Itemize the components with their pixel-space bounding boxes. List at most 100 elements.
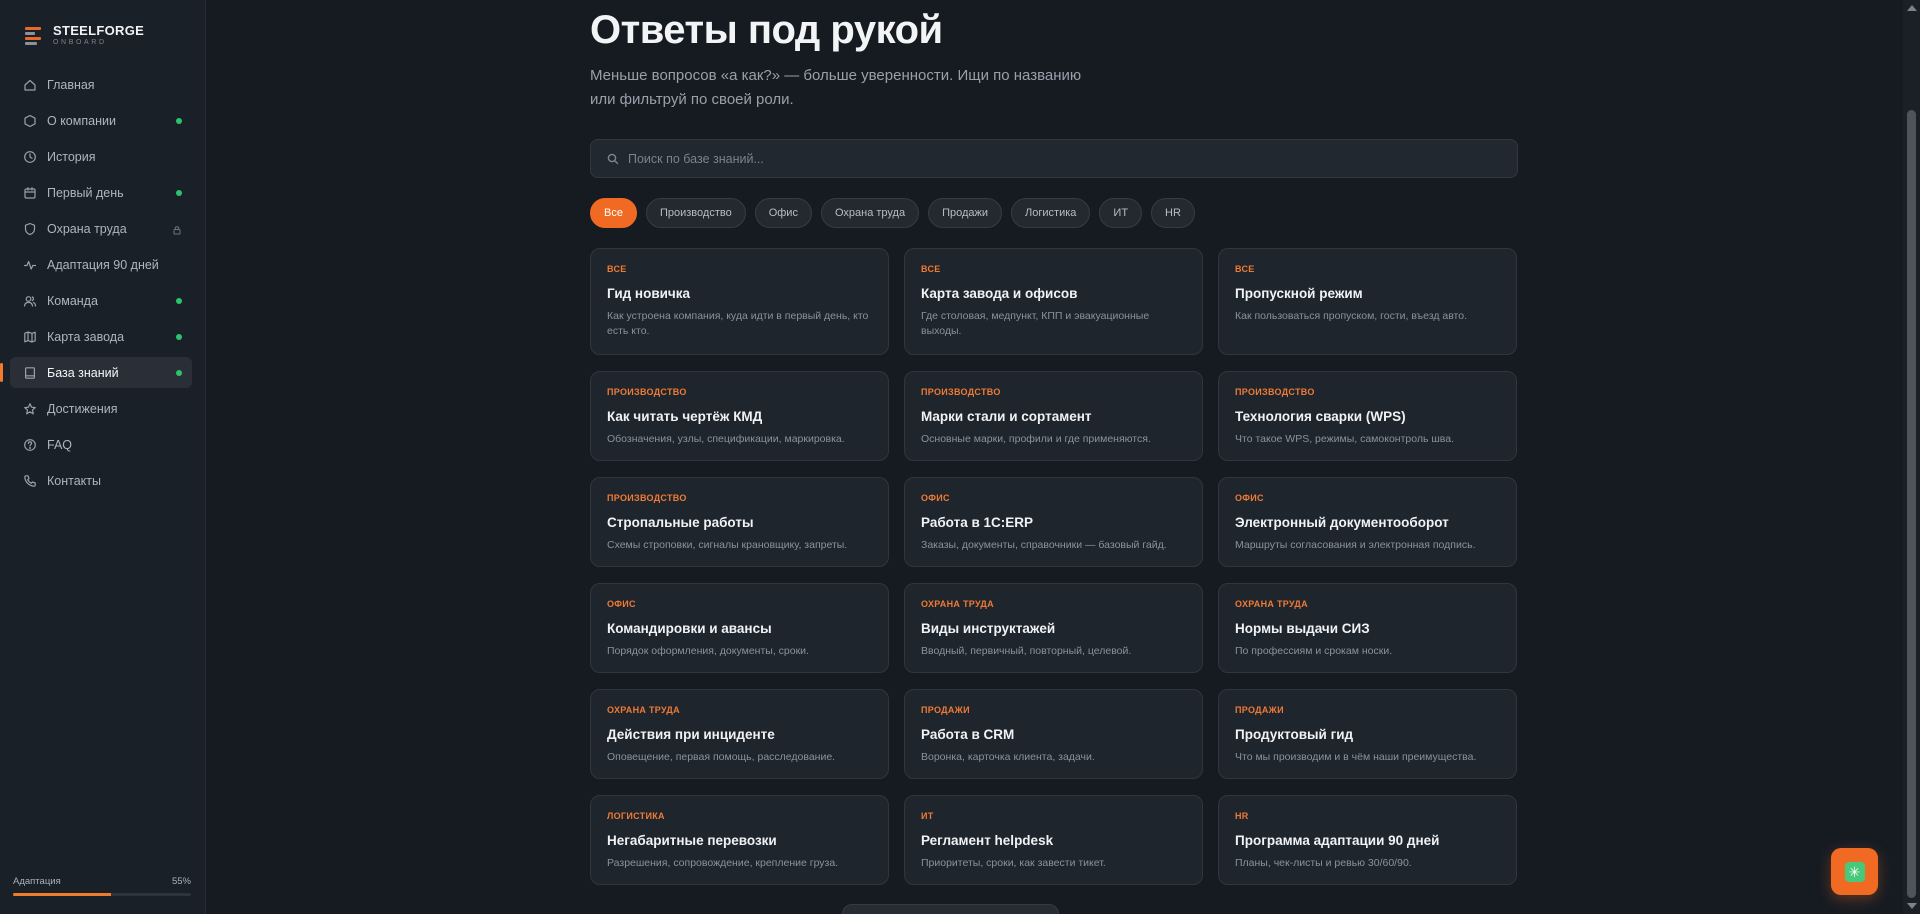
knowledge-grid: ВСЕ Гид новичка Как устроена компания, куд… xyxy=(590,248,1517,885)
knowledge-card[interactable]: ВСЕ Пропускной режим Как пользоваться проп… xyxy=(1218,248,1517,355)
sidebar-item-clock[interactable]: История xyxy=(10,141,192,172)
knowledge-card[interactable]: ПРОИЗВОДСТВО Стропальные работы Схемы стро… xyxy=(590,477,889,567)
card-title: Марки стали и сортамент xyxy=(921,409,1092,424)
star-icon xyxy=(22,401,37,416)
status-dot xyxy=(176,333,182,340)
scrollbar[interactable] xyxy=(1903,0,1920,914)
knowledge-card[interactable]: ИТ Регламент helpdesk Приоритеты, сроки, к… xyxy=(904,795,1203,885)
sidebar-item-label: Команда xyxy=(47,293,98,308)
filter-chip[interactable]: Производство xyxy=(645,198,746,228)
search-icon xyxy=(607,153,619,164)
knowledge-card[interactable]: ПРОДАЖИ Работа в CRM Воронка, карточка кли… xyxy=(904,689,1203,779)
card-category: ПРОИЗВОДСТВО xyxy=(607,387,687,397)
card-description: Планы, чек-листы и ревью 30/60/90. xyxy=(1235,857,1412,869)
sidebar-item-label: О компании xyxy=(47,113,116,128)
card-title: Программа адаптации 90 дней xyxy=(1235,833,1440,848)
filter-chip[interactable]: Логистика xyxy=(1011,198,1091,228)
card-description: Маршруты согласования и электронная подп… xyxy=(1235,539,1476,551)
knowledge-card[interactable]: ПРОДАЖИ Продуктовый гид Что мы производим … xyxy=(1218,689,1517,779)
knowledge-card[interactable]: ВСЕ Карта завода и офисов Где столовая, ме… xyxy=(904,248,1203,355)
card-description: Приоритеты, сроки, как завести тикет. xyxy=(921,857,1106,869)
sidebar-item-label: Первый день xyxy=(47,185,124,200)
sidebar-item-help-circle[interactable]: FAQ xyxy=(10,429,192,460)
search-input[interactable] xyxy=(628,151,1488,166)
progress-label: Адаптация xyxy=(13,876,61,887)
card-title: Работа в CRM xyxy=(921,727,1015,742)
search-box[interactable] xyxy=(590,139,1518,178)
card-description: Воронка, карточка клиента, задачи. xyxy=(921,751,1095,763)
sidebar-item-label: База знаний xyxy=(47,365,119,380)
sidebar-item-label: Достижения xyxy=(47,401,118,416)
sidebar-item-book[interactable]: База знаний xyxy=(0,357,192,388)
home-icon xyxy=(22,77,37,92)
card-category: ПРОИЗВОДСТВО xyxy=(1235,387,1315,397)
sidebar-item-star[interactable]: Достижения xyxy=(10,393,192,424)
progress-value: 55% xyxy=(171,876,191,887)
knowledge-card[interactable]: ОХРАНА ТРУДА Виды инструктажей Вводный, пе… xyxy=(904,583,1203,673)
knowledge-card[interactable]: ПРОИЗВОДСТВО Марки стали и сортамент Основ… xyxy=(904,371,1203,461)
filter-chip[interactable]: Офис xyxy=(754,198,812,228)
card-category: ОФИС xyxy=(921,493,950,503)
sparkle-icon: ✳ xyxy=(1844,861,1865,882)
card-title: Негабаритные перевозки xyxy=(607,833,777,848)
help-circle-icon xyxy=(22,437,37,452)
sidebar-item-calendar[interactable]: Первый день xyxy=(10,177,192,208)
card-category: ВСЕ xyxy=(921,264,941,274)
card-category: ОФИС xyxy=(607,599,636,609)
page-subtitle: Меньше вопросов «а как?» — больше уверен… xyxy=(590,67,1082,108)
filter-chip[interactable]: ИТ xyxy=(1099,198,1143,228)
knowledge-card[interactable]: ОФИС Работа в 1С:ERP Заказы, документы, сп… xyxy=(904,477,1203,567)
scroll-up-arrow-icon[interactable] xyxy=(1907,5,1917,11)
sidebar-item-phone[interactable]: Контакты xyxy=(10,465,192,496)
brand[interactable]: STEELFORGE ONBOARD xyxy=(25,24,144,47)
card-title: Пропускной режим xyxy=(1235,286,1363,301)
knowledge-card[interactable]: ОФИС Командировки и авансы Порядок оформле… xyxy=(590,583,889,673)
card-title: Карта завода и офисов xyxy=(921,286,1078,301)
knowledge-card[interactable]: ПРОИЗВОДСТВО Технология сварки (WPS) Что т… xyxy=(1218,371,1517,461)
card-description: Оповещение, первая помощь, расследование… xyxy=(607,751,836,763)
card-description: По профессиям и срокам носки. xyxy=(1235,645,1393,657)
filter-chip[interactable]: Все xyxy=(590,198,637,228)
sidebar-item-map[interactable]: Карта завода xyxy=(10,321,192,352)
card-description: Обозначения, узлы, спецификации, маркиро… xyxy=(607,433,845,445)
knowledge-card[interactable]: ОХРАНА ТРУДА Действия при инциденте Оповещ… xyxy=(590,689,889,779)
knowledge-card[interactable]: ЛОГИСТИКА Негабаритные перевозки Разрешени… xyxy=(590,795,889,885)
filter-chips: Все Производство Офис Охрана труда Продажи Ло… xyxy=(590,198,1195,228)
knowledge-card[interactable]: HR Программа адаптации 90 дней Планы, чек-… xyxy=(1218,795,1517,885)
sidebar-item-activity[interactable]: Адаптация 90 дней xyxy=(10,249,192,280)
filter-chip[interactable]: HR xyxy=(1151,198,1195,228)
sidebar-item-home[interactable]: Главная xyxy=(10,69,192,100)
shield-icon xyxy=(22,221,37,236)
knowledge-card[interactable]: ВСЕ Гид новичка Как устроена компания, куд… xyxy=(590,248,889,355)
load-more-button[interactable] xyxy=(842,904,1059,914)
card-description: Схемы строповки, сигналы крановщику, зап… xyxy=(607,539,848,551)
status-dot xyxy=(176,369,182,376)
card-category: ОФИС xyxy=(1235,493,1264,503)
card-title: Командировки и авансы xyxy=(607,621,772,636)
scroll-down-arrow-icon[interactable] xyxy=(1907,903,1917,909)
knowledge-card[interactable]: ПРОИЗВОДСТВО Как читать чертёж КМД Обознач… xyxy=(590,371,889,461)
card-description: Где столовая, медпункт, КПП и эвакуацион… xyxy=(921,310,1150,337)
sidebar-item-shield[interactable]: Охрана труда xyxy=(10,213,192,244)
sidebar: STEELFORGE ONBOARD Главная О компании Исто… xyxy=(0,0,206,914)
card-title: Продуктовый гид xyxy=(1235,727,1354,742)
card-description: Что мы производим и в чём наши преимущес… xyxy=(1235,751,1477,763)
knowledge-card[interactable]: ОФИС Электронный документооборот Маршруты … xyxy=(1218,477,1517,567)
progress-bar xyxy=(13,893,191,896)
scroll-thumb[interactable] xyxy=(1907,110,1916,898)
assistant-button[interactable]: ✳ xyxy=(1831,848,1878,895)
card-description: Порядок оформления, документы, сроки. xyxy=(607,645,809,657)
phone-icon xyxy=(22,473,37,488)
card-title: Гид новичка xyxy=(607,286,691,301)
sidebar-item-users[interactable]: Команда xyxy=(10,285,192,316)
activity-icon xyxy=(22,257,37,272)
filter-chip[interactable]: Продажи xyxy=(928,198,1003,228)
book-icon xyxy=(22,365,37,380)
card-title: Электронный документооборот xyxy=(1235,515,1449,530)
card-category: ОХРАНА ТРУДА xyxy=(1235,599,1308,609)
card-description: Как устроена компания, куда идти в первы… xyxy=(607,310,869,337)
sidebar-item-label: Главная xyxy=(47,77,95,92)
sidebar-item-hexagon[interactable]: О компании xyxy=(10,105,192,136)
filter-chip[interactable]: Охрана труда xyxy=(820,198,920,228)
knowledge-card[interactable]: ОХРАНА ТРУДА Нормы выдачи СИЗ По профессия… xyxy=(1218,583,1517,673)
